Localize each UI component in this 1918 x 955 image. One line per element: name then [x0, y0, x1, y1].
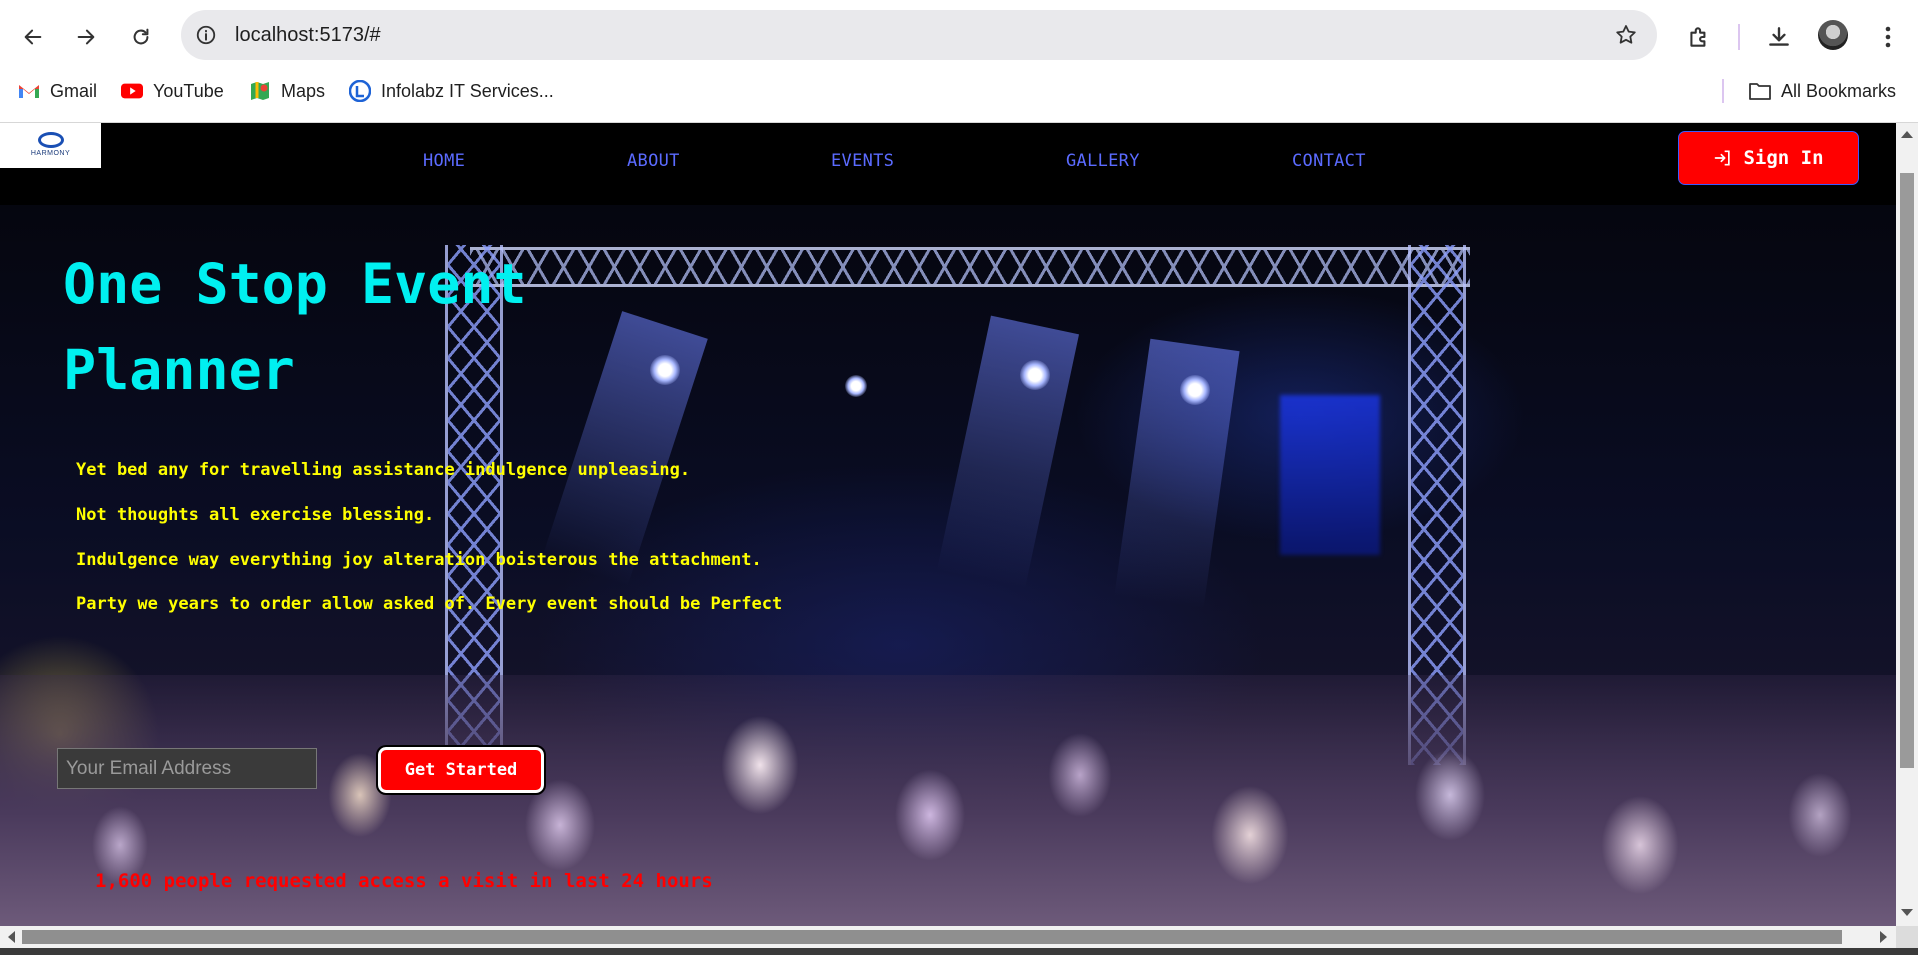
all-bookmarks-button[interactable]: All Bookmarks	[1749, 78, 1896, 104]
address-bar[interactable]: localhost:5173/#	[181, 10, 1657, 60]
back-arrow-icon	[24, 29, 42, 45]
back-button[interactable]	[13, 17, 53, 57]
site-navbar: HARMONY HOME ABOUT EVENTS GALLERY CONTAC…	[0, 123, 1896, 205]
vertical-scroll-thumb[interactable]	[1900, 173, 1914, 768]
download-icon	[1769, 27, 1789, 46]
hero-title-line-2: Planner	[63, 338, 295, 402]
scroll-left-arrow-icon[interactable]	[8, 931, 15, 943]
kebab-menu-icon	[1885, 26, 1891, 48]
hero-text-line-2: Not thoughts all exercise blessing.	[76, 505, 435, 525]
bookmarks-separator	[1722, 79, 1724, 103]
profile-avatar[interactable]	[1818, 20, 1848, 50]
youtube-icon	[121, 80, 143, 102]
email-input[interactable]	[57, 748, 317, 789]
browser-chrome: localhost:5173/# Gmail YouTube Maps Info…	[0, 0, 1918, 123]
maps-icon	[249, 80, 271, 102]
nav-events[interactable]: EVENTS	[831, 151, 894, 171]
site-info-icon[interactable]	[193, 22, 219, 48]
nav-about[interactable]: ABOUT	[627, 151, 680, 171]
scrollbar-corner	[1896, 926, 1918, 948]
nav-contact[interactable]: CONTACT	[1292, 151, 1366, 171]
browser-menu-button[interactable]	[1868, 17, 1908, 57]
forward-arrow-icon	[77, 29, 95, 45]
bookmark-star-icon[interactable]	[1613, 22, 1639, 48]
reload-button[interactable]	[121, 17, 161, 57]
forward-button[interactable]	[66, 17, 106, 57]
puzzle-icon	[1690, 27, 1706, 47]
toolbar-separator	[1738, 24, 1740, 50]
sign-in-button[interactable]: Sign In	[1678, 131, 1859, 185]
bookmark-infolabz[interactable]: Infolabz IT Services...	[349, 78, 554, 104]
hero-title-line-1: One Stop Event	[63, 252, 527, 316]
hero-content: One Stop Event Planner Yet bed any for t…	[0, 205, 1896, 926]
hero-text-line-1: Yet bed any for travelling assistance in…	[76, 460, 691, 480]
scroll-down-arrow-icon[interactable]	[1901, 909, 1913, 916]
bookmark-youtube[interactable]: YouTube	[121, 78, 224, 104]
extensions-button[interactable]	[1679, 17, 1719, 57]
scroll-right-arrow-icon[interactable]	[1880, 931, 1887, 943]
requests-note: 1,600 people requested access a visit in…	[95, 870, 713, 892]
bookmark-maps[interactable]: Maps	[249, 78, 325, 104]
vertical-scrollbar[interactable]	[1896, 123, 1918, 926]
horizontal-scroll-thumb[interactable]	[22, 930, 1842, 944]
get-started-button[interactable]: Get Started	[376, 745, 546, 795]
logo-text: HARMONY	[30, 150, 71, 157]
page-viewport: HARMONY HOME ABOUT EVENTS GALLERY CONTAC…	[0, 123, 1896, 926]
gmail-icon	[18, 80, 40, 102]
logo-ring-icon	[37, 132, 64, 148]
infolabz-icon	[349, 80, 371, 102]
url-text[interactable]: localhost:5173/#	[235, 24, 381, 47]
folder-icon	[1749, 80, 1771, 102]
sign-in-icon	[1715, 150, 1731, 166]
hero-text-line-4: Party we years to order allow asked of. …	[76, 594, 783, 614]
nav-gallery[interactable]: GALLERY	[1066, 151, 1140, 171]
bookmark-gmail[interactable]: Gmail	[18, 78, 97, 104]
horizontal-scrollbar[interactable]	[0, 926, 1896, 948]
scroll-up-arrow-icon[interactable]	[1901, 131, 1913, 138]
downloads-button[interactable]	[1759, 17, 1799, 57]
site-logo[interactable]: HARMONY	[0, 123, 101, 168]
reload-icon	[133, 28, 149, 45]
window-bottom-edge	[0, 948, 1918, 955]
nav-home[interactable]: HOME	[423, 151, 465, 171]
hero-text-line-3: Indulgence way everything joy alteration…	[76, 550, 762, 570]
